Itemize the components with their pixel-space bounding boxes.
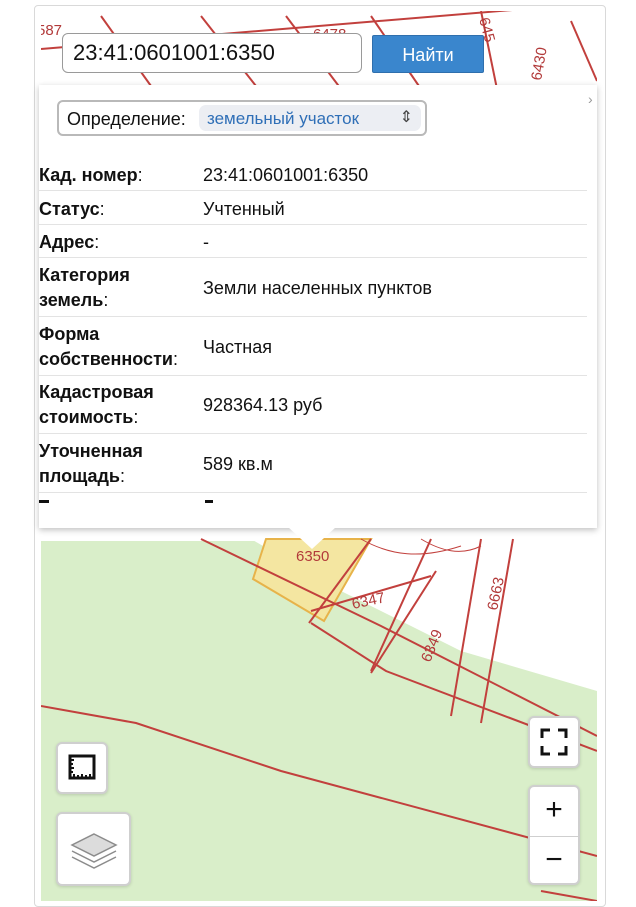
info-value: 589 кв.м xyxy=(203,454,273,474)
clipped-next-row xyxy=(39,500,587,508)
info-key: Адрес: xyxy=(39,232,100,252)
definition-label: Определение: xyxy=(67,109,186,129)
info-key: Кад. номер: xyxy=(39,165,143,185)
cadastral-search-input[interactable]: 23:41:0601001:6350 xyxy=(62,33,362,73)
fullscreen-icon xyxy=(540,728,568,756)
info-key: Статус: xyxy=(39,199,105,219)
search-button[interactable]: Найти xyxy=(372,35,484,73)
info-value: 928364.13 руб xyxy=(203,395,323,415)
info-key: Категория земель: xyxy=(39,265,130,310)
fullscreen-button[interactable] xyxy=(528,716,580,768)
info-value: Земли населенных пунктов xyxy=(203,278,432,298)
info-row-status: Статус: Учтенный xyxy=(39,197,587,225)
info-row-cadastral-value: Кадастровая стоимость: 928364.13 руб xyxy=(39,380,587,434)
zoom-out-button[interactable]: − xyxy=(530,837,578,883)
info-value: Частная xyxy=(203,337,272,357)
chevron-updown-icon: ⇕ xyxy=(399,109,413,126)
info-value: - xyxy=(203,232,209,252)
close-icon[interactable]: › xyxy=(588,91,593,107)
definition-select[interactable]: земельный участок ⇕ xyxy=(199,105,421,131)
parcel-label-6347: 6347 xyxy=(350,589,386,613)
info-row-ownership: Форма собственности: Частная xyxy=(39,322,587,376)
zoom-control: + − xyxy=(528,785,580,885)
info-value: Учтенный xyxy=(203,199,285,219)
definition-selector: Определение: земельный участок ⇕ xyxy=(57,100,427,136)
info-value: 23:41:0601001:6350 xyxy=(203,165,369,185)
parcel-label-587: 587 xyxy=(41,22,62,39)
info-key: Уточненная площадь: xyxy=(39,441,143,486)
info-row-address: Адрес: - xyxy=(39,230,587,258)
layers-icon xyxy=(70,833,118,869)
info-row-land-category: Категория земель: Земли населенных пункто… xyxy=(39,263,587,317)
info-key: Кадастровая стоимость: xyxy=(39,382,154,427)
parcel-label-6350: 6350 xyxy=(296,548,329,565)
layers-button[interactable] xyxy=(56,812,131,886)
info-row-cadastral-number: Кад. номер: 23:41:0601001:6350 xyxy=(39,163,587,191)
info-key: Форма собственности: xyxy=(39,324,178,369)
info-row-area: Уточненная площадь: 589 кв.м xyxy=(39,439,587,493)
parcel-label-6663: 6663 xyxy=(484,576,508,612)
definition-select-value: земельный участок xyxy=(207,109,360,128)
ruler-icon xyxy=(68,754,96,780)
popup-pointer xyxy=(288,527,336,549)
ruler-button[interactable] xyxy=(56,742,108,794)
zoom-in-button[interactable]: + xyxy=(530,787,578,833)
